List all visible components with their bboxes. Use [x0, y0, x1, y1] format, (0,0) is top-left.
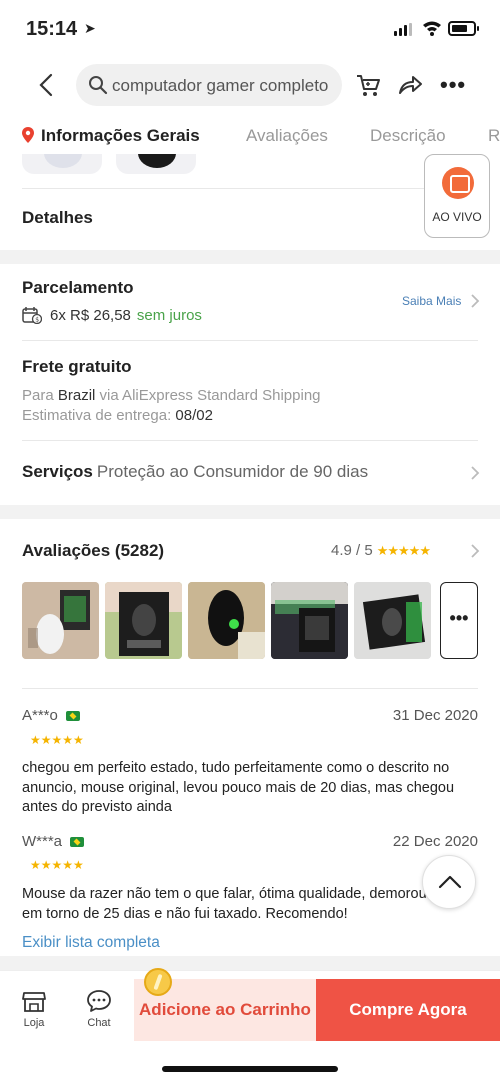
reviews-rating: 4.9 / 5 ★★★★★ [331, 542, 431, 559]
review-text: chegou em perfeito estado, tudo perfeita… [22, 760, 455, 815]
more-options-icon[interactable]: ••• [440, 70, 470, 100]
details-row[interactable]: Detalhes [22, 208, 93, 228]
chevron-up-icon [438, 875, 462, 889]
search-icon [89, 76, 108, 95]
review-photo-mouse-lit [188, 582, 265, 659]
shipping-method: via AliExpress Standard Shipping [99, 387, 321, 404]
review-photo-box [105, 582, 182, 659]
review-stars: ★★★★★ [30, 858, 84, 872]
review-photo[interactable] [22, 582, 99, 659]
search-bar[interactable]: computador gamer completo [76, 64, 342, 106]
shipping-destination: Para Brazil via AliExpress Standard Ship… [22, 387, 321, 404]
estimate-label: Estimativa de entrega: [22, 407, 172, 424]
tab-descricao[interactable]: Descrição [370, 126, 446, 146]
shipping-to-prefix: Para [22, 387, 54, 404]
chevron-right-icon [471, 466, 480, 480]
chat-button[interactable]: Chat [79, 989, 119, 1029]
review-user: A***o [22, 707, 80, 724]
status-time: 15:14 [26, 18, 78, 40]
section-separator [0, 250, 500, 264]
review-username: A***o [22, 707, 58, 724]
review-username: W***a [22, 833, 63, 850]
tab-avaliacoes[interactable]: Avaliações [246, 126, 328, 146]
chevron-right-icon[interactable] [470, 543, 480, 559]
section-separator [0, 505, 500, 519]
more-photos-button[interactable]: ••• [440, 582, 478, 659]
location-pin-icon [22, 127, 34, 143]
location-arrow-icon: ➤ [84, 20, 96, 36]
review-stars: ★★★★★ [30, 733, 84, 747]
review-photo[interactable] [188, 582, 265, 659]
rating-score: 4.9 / 5 [331, 542, 373, 559]
tab-more[interactable]: R [488, 126, 500, 146]
review-date: 31 Dec 2020 [392, 707, 478, 724]
rating-stars: ★★★★★ [376, 542, 431, 558]
buy-now-button[interactable]: Compre Agora [316, 979, 500, 1041]
review-photo-product-box [354, 582, 431, 659]
status-bar: 15:14 ➤ [0, 0, 500, 58]
scroll-to-top-button[interactable] [422, 855, 476, 909]
reviews-title[interactable]: Avaliações (5282) [22, 541, 164, 561]
chevron-right-icon [471, 294, 480, 308]
divider [22, 340, 478, 341]
review-photo[interactable] [271, 582, 348, 659]
divider [22, 188, 478, 189]
installments-title: Parcelamento [22, 278, 134, 297]
wifi-icon [423, 21, 441, 36]
installments-interest: sem juros [136, 306, 202, 324]
shipping-country: Brazil [57, 387, 96, 404]
review-date: 22 Dec 2020 [392, 833, 478, 850]
review-photo-mouse-white [22, 582, 99, 659]
learn-more-link[interactable]: Saiba Mais [402, 294, 461, 308]
review-photo[interactable] [105, 582, 182, 659]
live-label: AO VIVO [432, 210, 482, 224]
svg-text:$: $ [35, 317, 39, 324]
review-user: W***a [22, 833, 85, 850]
tab-informacoes-gerais[interactable]: Informações Gerais [41, 126, 200, 146]
cellular-signal-icon [394, 23, 412, 36]
brazil-flag-icon [65, 710, 80, 721]
installments-value: 6x R$ 26,58 [50, 306, 131, 324]
review-photo-desk [271, 582, 348, 659]
services-value: Proteção ao Consumidor de 90 dias [96, 462, 369, 481]
live-button[interactable]: AO VIVO [424, 154, 490, 238]
share-icon[interactable] [396, 71, 424, 99]
estimate-date: 08/02 [175, 407, 213, 424]
battery-icon [448, 21, 479, 36]
top-nav: computador gamer completo ••• [0, 62, 500, 108]
coin-icon [144, 968, 172, 996]
live-tv-icon [442, 167, 474, 199]
variant-thumb-white[interactable] [22, 154, 102, 174]
back-arrow-icon[interactable] [34, 70, 60, 100]
section-tabs: Informações Gerais Avaliações Descrição … [0, 120, 500, 154]
variant-thumb-black[interactable] [116, 154, 196, 174]
store-icon [22, 992, 46, 1012]
divider [22, 688, 478, 689]
section-separator [0, 956, 500, 970]
services-row[interactable]: Serviços Proteção ao Consumidor de 90 dia… [22, 462, 368, 482]
show-all-reviews-link[interactable]: Exibir lista completa [22, 934, 160, 952]
chat-label: Chat [87, 1017, 111, 1029]
services-label: Serviços [22, 462, 93, 481]
brazil-flag-icon [70, 836, 85, 847]
review-text: Mouse da razer não tem o que falar, ótim… [22, 886, 427, 922]
installments-info: $ 6x R$ 26,58 sem juros [22, 306, 202, 324]
store-button[interactable]: Loja [14, 989, 54, 1029]
shipping-title: Frete gratuito [22, 357, 132, 376]
home-indicator [162, 1066, 338, 1072]
calendar-money-icon: $ [22, 307, 42, 324]
cart-icon[interactable] [354, 71, 382, 99]
search-text: computador gamer completo [112, 76, 329, 95]
shipping-estimate: Estimativa de entrega: 08/02 [22, 407, 213, 424]
review-photo[interactable] [354, 582, 431, 659]
store-label: Loja [23, 1017, 45, 1029]
chat-icon [87, 990, 111, 1012]
divider [22, 440, 478, 441]
